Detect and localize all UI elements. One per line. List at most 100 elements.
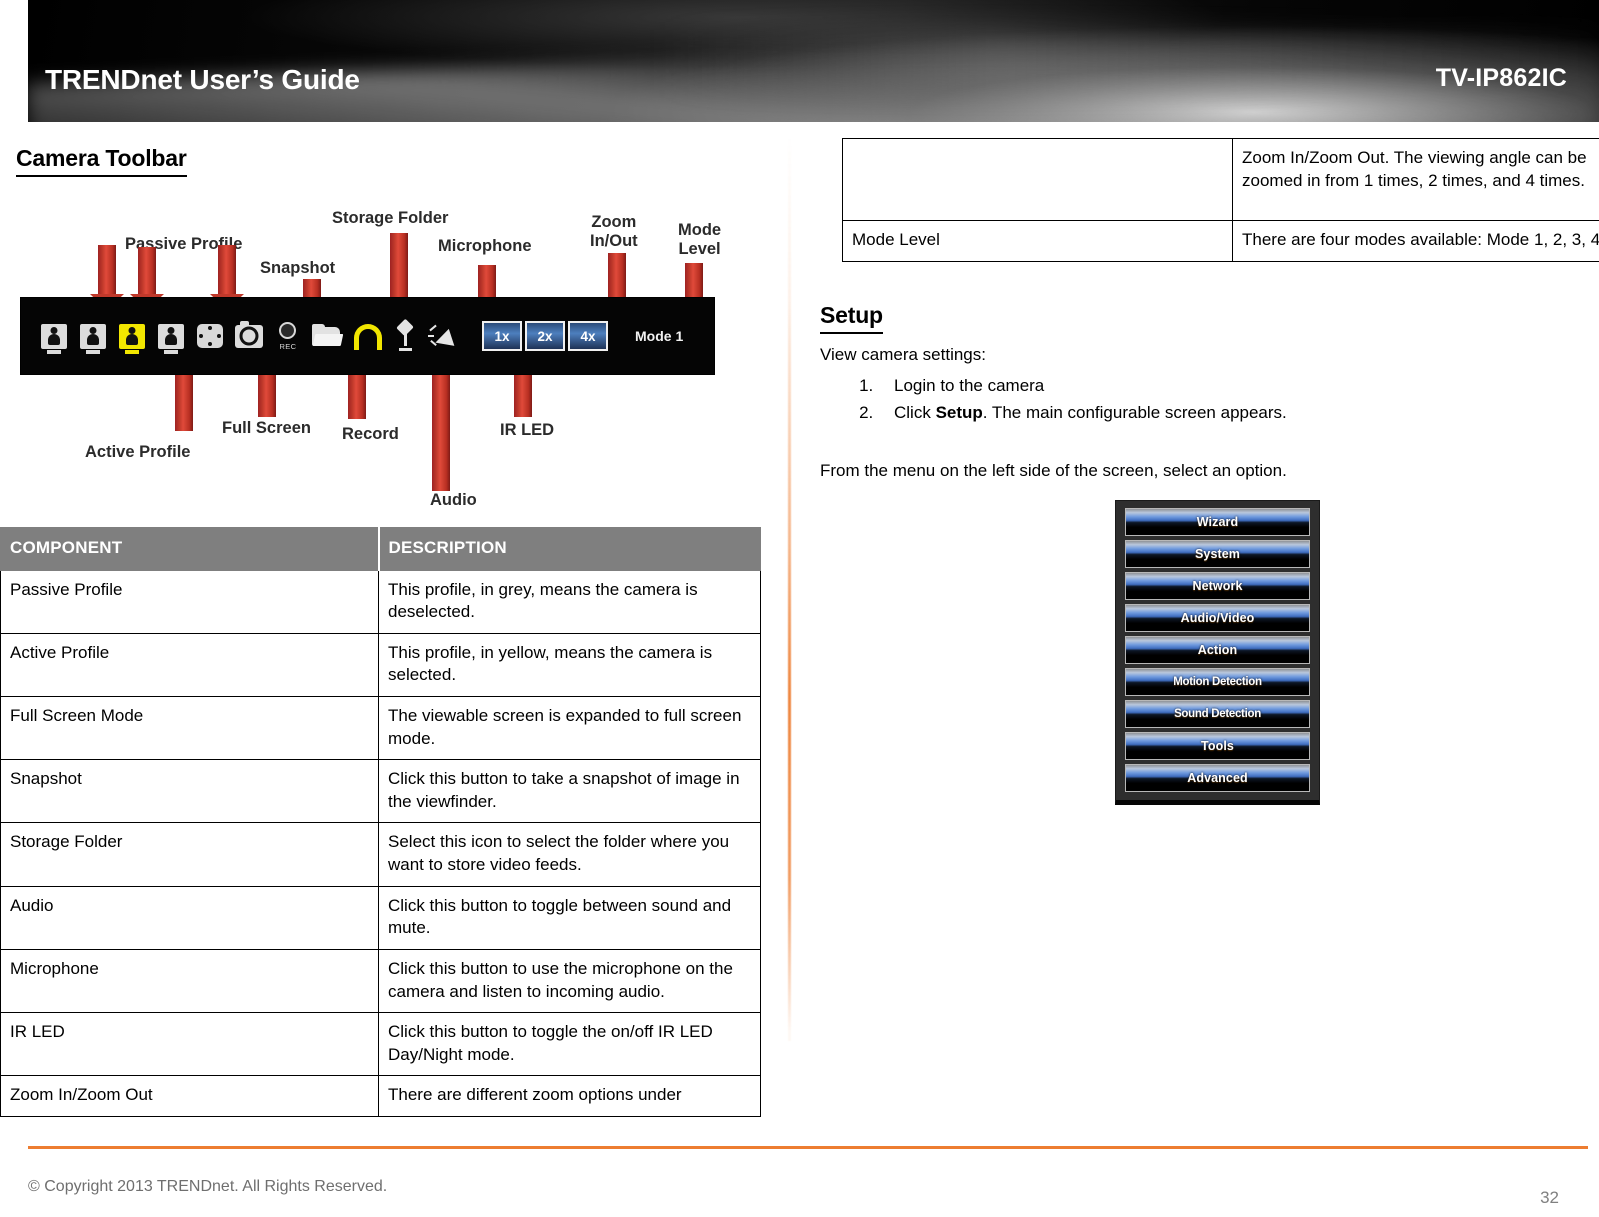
camera-toolbar-title-wrap: Camera Toolbar [0, 145, 790, 177]
menu-button-tools-label: Tools [1201, 739, 1234, 754]
table-header-row: COMPONENT DESCRIPTION [0, 527, 761, 571]
audio-headphone-icon[interactable] [351, 321, 382, 351]
passive-profile-icon-1[interactable] [39, 321, 69, 354]
full-screen-icon[interactable] [195, 321, 225, 351]
diagram-label-audio: Audio [430, 491, 477, 509]
arrow-up-audio [424, 352, 458, 491]
table-row: Zoom In/Zoom Out There are different zoom… [0, 1075, 761, 1117]
microphone-icon[interactable] [390, 318, 420, 351]
menu-button-system-label: System [1194, 547, 1241, 562]
setup-title-wrap: Setup [820, 302, 1599, 334]
arrow-down-passive-profile-1 [90, 245, 124, 310]
setup-step-1: Login to the camera [878, 373, 1599, 399]
passive-profile-icon-2[interactable] [78, 321, 108, 354]
diagram-label-active-profile: Active Profile [85, 443, 191, 461]
cell-component: IR LED [0, 1012, 379, 1077]
arrow-down-passive-profile-2 [130, 247, 164, 310]
cell-component: Audio [0, 885, 379, 950]
cell-description: This profile, in grey, means the camera … [378, 569, 761, 634]
cell-component: Active Profile [0, 632, 379, 698]
setup-step-2: Click Setup. The main configurable scree… [878, 400, 1599, 426]
menu-button-action[interactable]: Action [1125, 636, 1310, 665]
menu-button-audio-video[interactable]: Audio/Video [1125, 604, 1310, 633]
menu-button-tools[interactable]: Tools [1125, 732, 1310, 761]
setup-steps-list: Login to the camera Click Setup. The mai… [820, 373, 1599, 426]
menu-button-motion-detection-label: Motion Detection [1173, 676, 1262, 689]
right-column: Zoom In/Zoom Out. The viewing angle can … [820, 122, 1599, 806]
cell-description: The viewable screen is expanded to full … [378, 696, 761, 761]
diagram-label-zoom-in-out: Zoom In/Out [590, 213, 638, 250]
cell-description: Click this button to toggle between soun… [378, 885, 761, 950]
column-header-description: DESCRIPTION [378, 527, 761, 571]
setup-note-text: From the menu on the left side of the sc… [820, 460, 1287, 480]
continued-table-body: Zoom In/Zoom Out. The viewing angle can … [842, 138, 1599, 262]
footer-copyright: © Copyright 2013 TRENDnet. All Rights Re… [28, 1178, 388, 1195]
camera-toolbar-strip: REC 1x 2x 4x Mode 1 [20, 297, 715, 375]
cell-description: There are different zoom options under [378, 1075, 761, 1117]
cell-component: Passive Profile [0, 569, 379, 634]
menu-button-wizard[interactable]: Wizard [1125, 508, 1310, 537]
menu-button-advanced[interactable]: Advanced [1125, 764, 1310, 793]
column-header-component: COMPONENT [0, 527, 380, 571]
table-row: Mode Level There are four modes availabl… [842, 220, 1599, 262]
cell-description: There are four modes available: Mode 1, … [1232, 220, 1599, 262]
guide-title: TRENDnet User’s Guide [45, 64, 360, 95]
cell-description: Click this button to use the microphone … [378, 948, 761, 1014]
menu-button-network[interactable]: Network [1125, 572, 1310, 601]
mode-level-value[interactable]: Mode 1 [635, 328, 683, 344]
storage-folder-icon[interactable] [312, 321, 344, 351]
arrow-down-passive-profile-3 [210, 245, 244, 310]
cell-component: Mode Level [842, 220, 1233, 262]
zoom-button-1x[interactable]: 1x [482, 321, 522, 351]
snapshot-camera-icon[interactable] [234, 320, 264, 351]
table-row: IR LED Click this button to toggle the on… [0, 1012, 761, 1077]
cell-component: Zoom In/Zoom Out [0, 1075, 379, 1117]
menu-button-network-label: Network [1192, 579, 1243, 594]
table-row: Full Screen Mode The viewable screen is e… [0, 696, 761, 761]
diagram-label-ir-led: IR LED [500, 421, 555, 439]
setup-section: Setup View camera settings: Login to the… [820, 302, 1599, 806]
ir-led-icon[interactable] [428, 321, 459, 352]
cell-description: This profile, in yellow, means the camer… [378, 632, 761, 698]
cell-description: Click this button to toggle the on/off I… [378, 1012, 761, 1077]
cell-component: Snapshot [0, 759, 379, 824]
diagram-label-full-screen: Full Screen [222, 419, 311, 437]
camera-toolbar-icons: REC 1x 2x 4x Mode 1 [39, 298, 683, 374]
menu-button-system[interactable]: System [1125, 540, 1310, 569]
page-header-banner: TRENDnet User’s Guide TV-IP862IC [28, 0, 1599, 122]
cell-component: Microphone [0, 948, 379, 1014]
table-row: Audio Click this button to toggle between… [0, 885, 761, 950]
page-body: Camera Toolbar Passive Profile Active Pr… [0, 122, 1599, 1132]
menu-button-sound-detection[interactable]: Sound Detection [1125, 700, 1310, 729]
table-row: Active Profile This profile, in yellow, m… [0, 632, 761, 698]
record-icon-label: REC [279, 342, 297, 351]
menu-button-action-label: Action [1197, 643, 1238, 658]
record-icon[interactable]: REC [273, 321, 303, 351]
component-description-table: COMPONENT DESCRIPTION Passive Profile Thi… [0, 527, 761, 1117]
product-model: TV-IP862IC [1435, 64, 1567, 92]
passive-profile-icon-3[interactable] [156, 321, 186, 354]
diagram-label-mode-level: Mode Level [678, 221, 722, 258]
active-profile-icon[interactable] [117, 321, 147, 354]
section-title-camera-toolbar: Camera Toolbar [16, 145, 187, 177]
menu-button-motion-detection[interactable]: Motion Detection [1125, 668, 1310, 697]
cell-description: Click this button to take a snapshot of … [378, 759, 761, 824]
cell-component: Full Screen Mode [0, 696, 379, 761]
table-row: Passive Profile This profile, in grey, me… [0, 569, 761, 634]
setup-menu-screenshot: Wizard System Network Audio/Video Action… [1115, 500, 1320, 806]
cell-component: Storage Folder [0, 822, 379, 887]
camera-toolbar-diagram: Passive Profile Active Profile Snapshot … [20, 191, 760, 511]
footer-divider-rule [28, 1146, 1588, 1149]
zoom-button-2x[interactable]: 2x [525, 321, 565, 351]
menu-button-wizard-label: Wizard [1196, 515, 1239, 530]
arrow-up-active-profile [167, 352, 201, 431]
menu-button-sound-detection-label: Sound Detection [1174, 708, 1261, 721]
setup-spacer [820, 428, 1599, 450]
component-description-table-continued: Zoom In/Zoom Out. The viewing angle can … [842, 138, 1599, 262]
diagram-label-record: Record [342, 425, 399, 443]
zoom-button-group: 1x 2x 4x [482, 321, 608, 351]
diagram-label-microphone: Microphone [438, 237, 532, 255]
left-column: Camera Toolbar Passive Profile Active Pr… [0, 122, 790, 1117]
zoom-button-4x[interactable]: 4x [568, 321, 608, 351]
table-row: Snapshot Click this button to take a snap… [0, 759, 761, 824]
